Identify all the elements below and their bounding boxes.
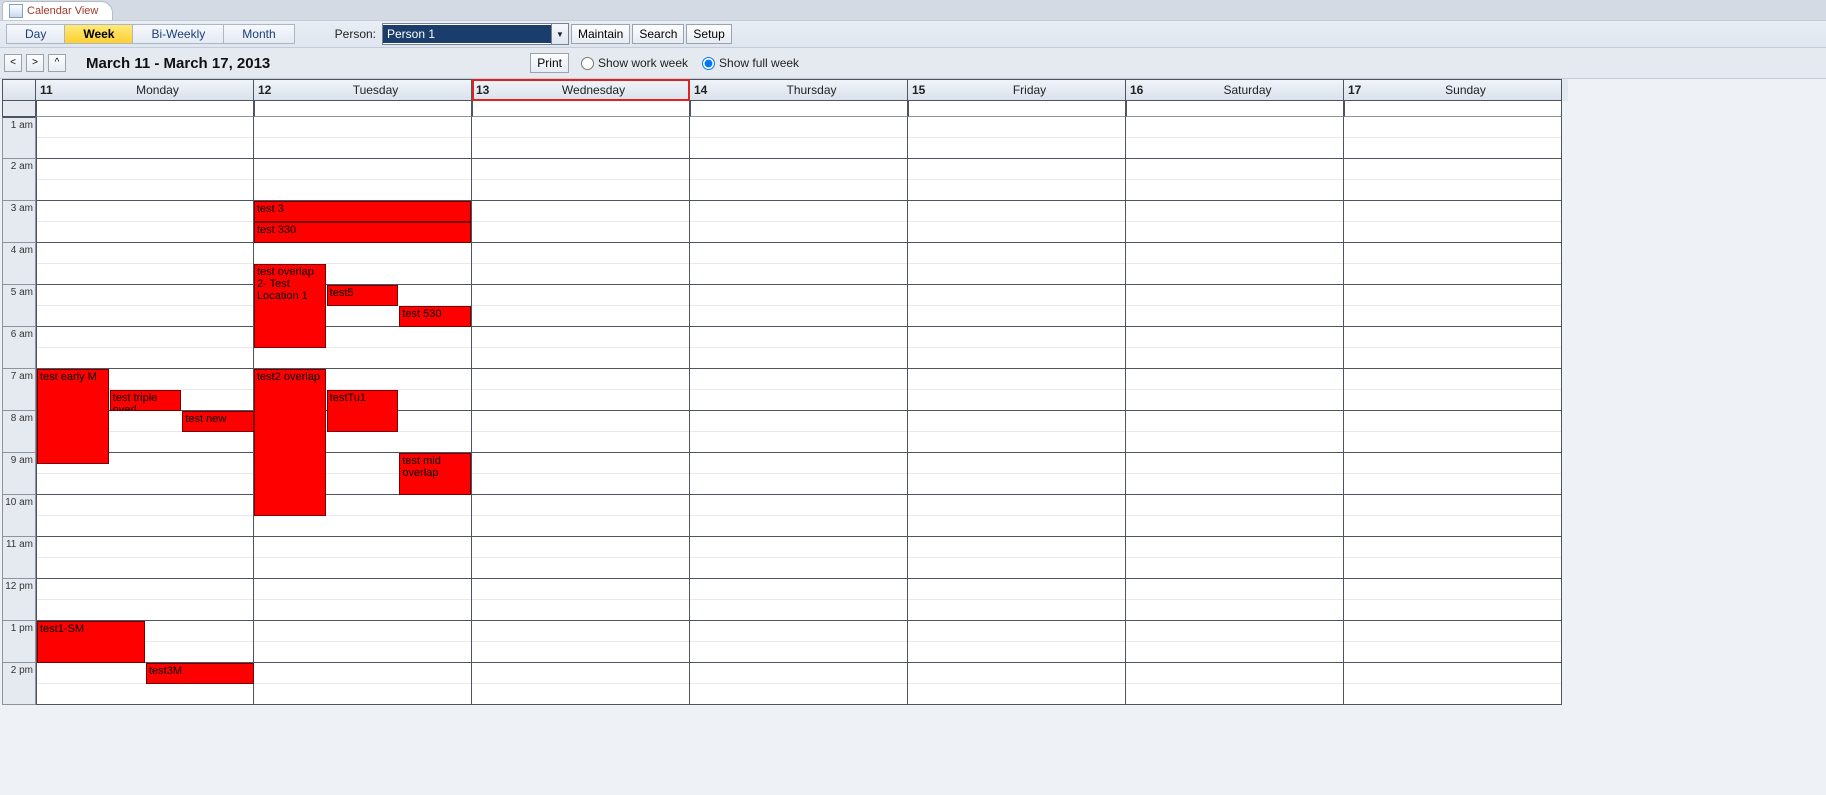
day-column[interactable] [472, 117, 690, 705]
show-work-week-radio[interactable] [581, 57, 594, 70]
day-header[interactable]: 14Thursday [690, 79, 908, 101]
show-full-week-option[interactable]: Show full week [702, 56, 799, 70]
event[interactable]: test 330 [254, 222, 471, 243]
hour-label: 11 am [2, 537, 36, 579]
event[interactable]: test1-SM [37, 621, 145, 663]
view-month-button[interactable]: Month [224, 24, 294, 44]
day-number: 14 [690, 83, 716, 97]
event[interactable]: testTu1 [327, 390, 399, 432]
hour-label: 2 am [2, 159, 36, 201]
person-label: Person: [335, 27, 382, 41]
maintain-button[interactable]: Maintain [571, 24, 630, 44]
form-icon [9, 4, 23, 18]
show-full-week-label: Show full week [719, 56, 799, 70]
allday-cell[interactable] [908, 101, 1126, 117]
day-header[interactable]: 11Monday [36, 79, 254, 101]
view-day-button[interactable]: Day [6, 24, 65, 44]
allday-cell[interactable] [472, 101, 690, 117]
day-column[interactable]: test 3test 330 test overlap 2- Test Locat… [254, 117, 472, 705]
day-column[interactable]: test early Mtest triple overltest new tes… [36, 117, 254, 705]
show-full-week-radio[interactable] [702, 57, 715, 70]
allday-cell[interactable] [1344, 101, 1562, 117]
show-work-week-label: Show work week [598, 56, 688, 70]
person-combo[interactable]: Person 1 ▼ [382, 23, 569, 45]
day-number: 13 [472, 83, 498, 97]
event[interactable]: test5 [327, 285, 399, 306]
allday-cell[interactable] [36, 101, 254, 117]
hour-label: 1 pm [2, 621, 36, 663]
hour-label: 4 am [2, 243, 36, 285]
event[interactable]: test mid overlap [399, 453, 471, 495]
toolbar: Day Week Bi-Weekly Month Person: Person … [0, 20, 1826, 48]
view-week-button[interactable]: Week [65, 24, 133, 44]
hour-label: 5 am [2, 285, 36, 327]
day-column[interactable] [1344, 117, 1562, 705]
day-column[interactable] [1126, 117, 1344, 705]
day-column[interactable] [908, 117, 1126, 705]
allday-cell[interactable] [690, 101, 908, 117]
day-number: 16 [1126, 83, 1152, 97]
day-header[interactable]: 13Wednesday [472, 79, 690, 101]
show-work-week-option[interactable]: Show work week [581, 56, 688, 70]
hour-label: 1 am [2, 117, 36, 159]
day-header[interactable]: 15Friday [908, 79, 1126, 101]
allday-gutter [2, 101, 36, 117]
event[interactable]: test 530 [399, 306, 471, 327]
prev-week-button[interactable]: < [4, 54, 22, 72]
event[interactable]: test triple overl [110, 390, 182, 411]
date-range-title: March 11 - March 17, 2013 [70, 55, 270, 72]
hour-label: 3 am [2, 201, 36, 243]
calendar: 11Monday12Tuesday13Wednesday14Thursday15… [2, 79, 1568, 705]
person-value[interactable]: Person 1 [383, 25, 551, 43]
calendar-header: 11Monday12Tuesday13Wednesday14Thursday15… [2, 79, 1568, 101]
search-button[interactable]: Search [632, 24, 684, 44]
event[interactable]: test early M [37, 369, 109, 464]
hour-label: 10 am [2, 495, 36, 537]
day-number: 12 [254, 83, 280, 97]
allday-cell[interactable] [1126, 101, 1344, 117]
day-name: Sunday [1370, 83, 1561, 97]
day-name: Wednesday [498, 83, 689, 97]
setup-button[interactable]: Setup [686, 24, 731, 44]
event[interactable]: test2 overlap [254, 369, 326, 516]
print-button[interactable]: Print [530, 53, 569, 73]
day-number: 17 [1344, 83, 1370, 97]
day-column[interactable] [690, 117, 908, 705]
hour-label: 6 am [2, 327, 36, 369]
day-name: Thursday [716, 83, 907, 97]
hour-gutter: 1 am2 am3 am4 am5 am6 am7 am8 am9 am10 a… [2, 117, 36, 705]
day-name: Monday [62, 83, 253, 97]
next-week-button[interactable]: > [26, 54, 44, 72]
hour-label: 12 pm [2, 579, 36, 621]
calendar-body: 1 am2 am3 am4 am5 am6 am7 am8 am9 am10 a… [2, 117, 1568, 705]
header-gutter [2, 79, 36, 101]
day-name: Tuesday [280, 83, 471, 97]
chevron-down-icon[interactable]: ▼ [551, 24, 568, 44]
hour-label: 9 am [2, 453, 36, 495]
doc-tab-calendar-view[interactable]: Calendar View [2, 1, 113, 20]
event[interactable]: test overlap 2- Test Location 1 [254, 264, 326, 348]
today-button[interactable]: ^ [48, 54, 66, 72]
day-header[interactable]: 12Tuesday [254, 79, 472, 101]
allday-cell[interactable] [254, 101, 472, 117]
hour-label: 7 am [2, 369, 36, 411]
day-name: Saturday [1152, 83, 1343, 97]
day-header[interactable]: 16Saturday [1126, 79, 1344, 101]
week-mode-group: Show work week Show full week [581, 56, 799, 70]
subbar: < > ^ March 11 - March 17, 2013 Print Sh… [0, 48, 1826, 79]
hour-label: 8 am [2, 411, 36, 453]
day-number: 11 [36, 83, 62, 97]
day-header[interactable]: 17Sunday [1344, 79, 1562, 101]
event[interactable]: test new [182, 411, 254, 432]
tab-strip: Calendar View [0, 0, 1826, 20]
event[interactable]: test3M [146, 663, 254, 684]
allday-row [2, 101, 1568, 117]
event[interactable]: test 3 [254, 201, 471, 222]
day-number: 15 [908, 83, 934, 97]
hour-label: 2 pm [2, 663, 36, 705]
day-name: Friday [934, 83, 1125, 97]
view-biweekly-button[interactable]: Bi-Weekly [133, 24, 224, 44]
doc-tab-label: Calendar View [27, 5, 98, 17]
